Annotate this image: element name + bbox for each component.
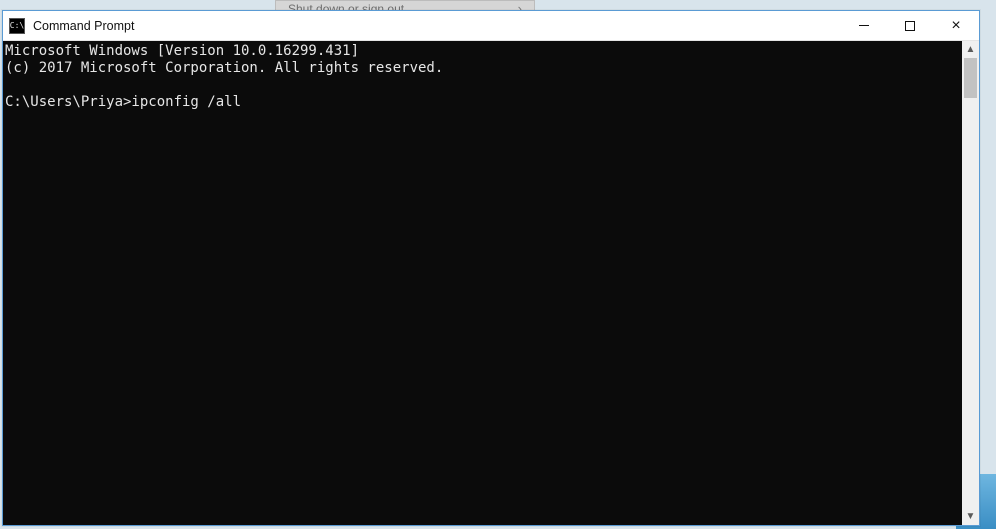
vertical-scrollbar[interactable]: ▲ ▼: [962, 41, 979, 525]
close-icon: ×: [951, 18, 960, 34]
window-title: Command Prompt: [33, 19, 134, 33]
scroll-track[interactable]: [962, 58, 979, 508]
maximize-icon: [905, 21, 915, 31]
maximize-button[interactable]: [887, 11, 933, 40]
close-button[interactable]: ×: [933, 11, 979, 40]
minimize-button[interactable]: [841, 11, 887, 40]
command-prompt-window: C:\ Command Prompt × Microsoft Windows […: [2, 10, 980, 526]
scroll-down-icon[interactable]: ▼: [962, 508, 979, 525]
scroll-up-icon[interactable]: ▲: [962, 41, 979, 58]
minimize-icon: [859, 25, 869, 26]
app-icon: C:\: [9, 18, 25, 34]
titlebar[interactable]: C:\ Command Prompt ×: [3, 11, 979, 41]
window-controls: ×: [841, 11, 979, 40]
scroll-thumb[interactable]: [964, 58, 977, 98]
window-client-area: Microsoft Windows [Version 10.0.16299.43…: [3, 41, 979, 525]
terminal-output[interactable]: Microsoft Windows [Version 10.0.16299.43…: [3, 41, 962, 525]
